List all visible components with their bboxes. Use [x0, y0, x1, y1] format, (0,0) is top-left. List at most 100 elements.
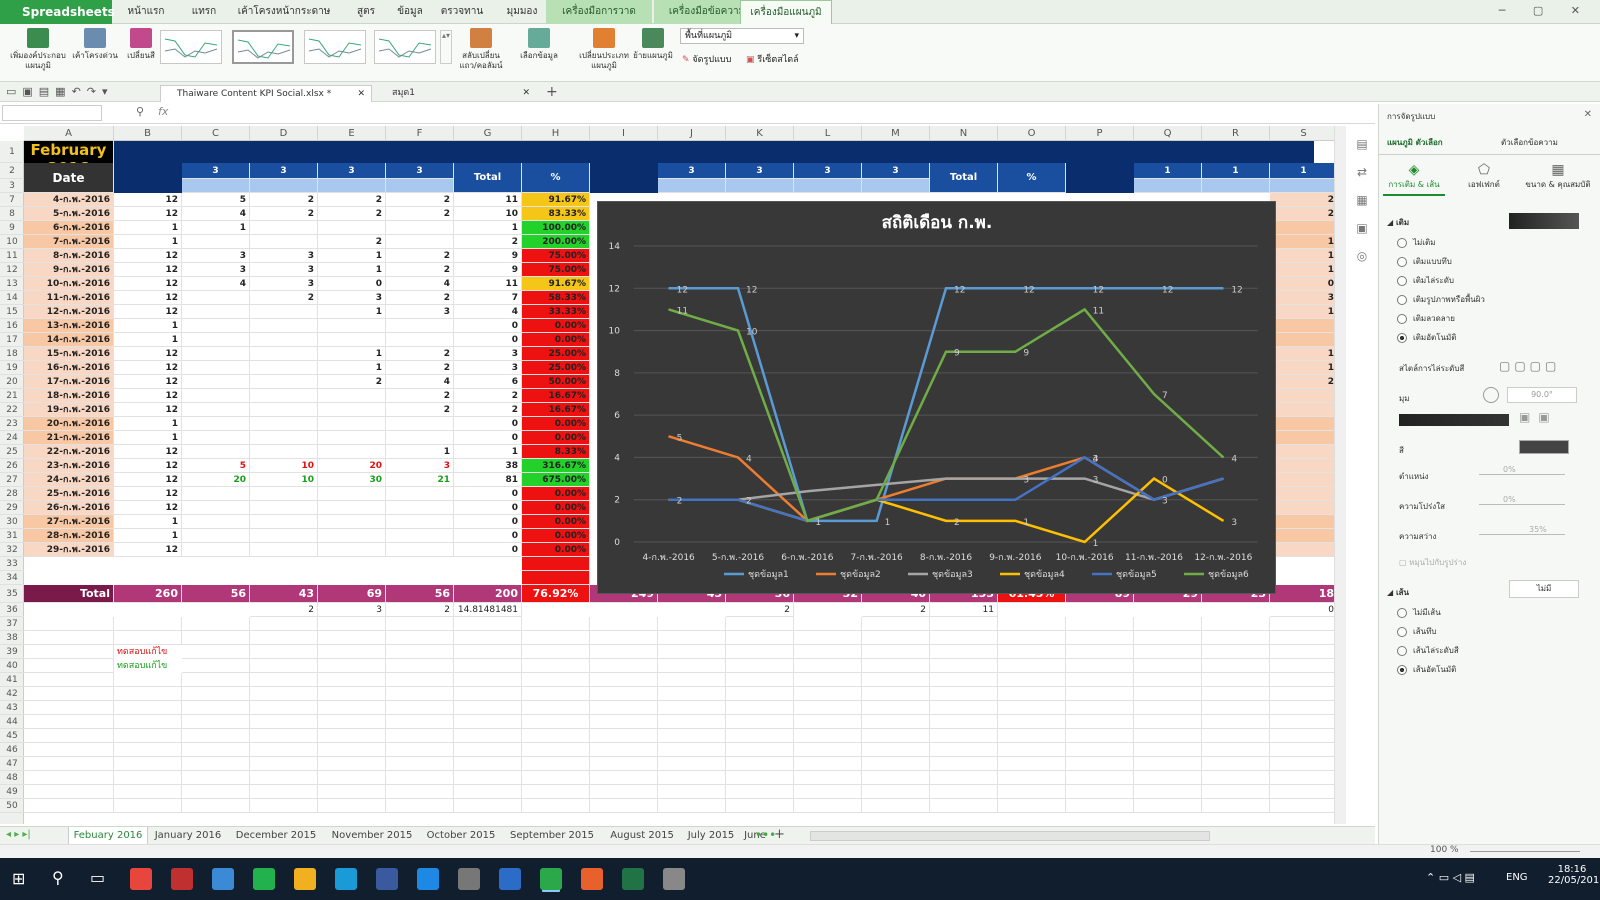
empty-cell[interactable] [930, 771, 998, 785]
empty-cell[interactable] [250, 687, 318, 701]
b-cell[interactable]: 12 [114, 459, 182, 473]
value-cell[interactable]: 1 [318, 263, 386, 277]
total-cell[interactable]: 3 [454, 361, 522, 375]
empty-cell[interactable] [182, 659, 250, 673]
empty-cell[interactable] [522, 729, 590, 743]
sheet-tab-1[interactable]: January 2016 [148, 827, 228, 845]
empty-cell[interactable] [998, 701, 1066, 715]
empty-cell[interactable] [24, 673, 114, 687]
total-cell[interactable]: 0 [454, 431, 522, 445]
empty-cell[interactable] [454, 687, 522, 701]
skype-icon[interactable] [335, 868, 357, 890]
line-chart[interactable]: สถิติเดือน ก.พ. 0 2 4 6 8 10 12 14 4-ก.พ.-2016 5-ก… [597, 201, 1276, 594]
empty-cell[interactable] [522, 631, 590, 645]
value-cell[interactable]: 1 [386, 445, 454, 459]
percent-cell[interactable]: 675.00% [522, 473, 590, 487]
empty-cell[interactable] [726, 687, 794, 701]
empty-cell[interactable] [794, 631, 862, 645]
empty-cell[interactable] [386, 715, 454, 729]
total-cell[interactable]: 9 [454, 263, 522, 277]
s-cell[interactable] [1270, 445, 1334, 459]
empty-cell[interactable] [318, 645, 386, 659]
empty-cell[interactable] [114, 757, 182, 771]
empty-cell[interactable] [1066, 757, 1134, 771]
total-cell[interactable]: 11 [454, 277, 522, 291]
empty-cell[interactable] [522, 673, 590, 687]
app-icon[interactable] [376, 868, 398, 890]
name-box[interactable] [2, 105, 102, 121]
empty-cell[interactable] [24, 729, 114, 743]
empty-cell[interactable] [114, 799, 182, 813]
onedrive-icon[interactable] [417, 868, 439, 890]
empty-cell[interactable] [998, 687, 1066, 701]
value-cell[interactable] [386, 515, 454, 529]
b-cell[interactable]: 12 [114, 249, 182, 263]
row-header-42[interactable]: 42 [0, 687, 24, 701]
date-cell[interactable]: 16-ก.พ.-2016 [24, 361, 114, 375]
radio-3[interactable] [1397, 294, 1407, 305]
row-header-46[interactable]: 46 [0, 743, 24, 757]
ribbon-tab-5[interactable]: ตรวจทาน [436, 0, 488, 24]
percent-cell[interactable]: 0.00% [522, 417, 590, 431]
context-tab-2[interactable]: เครื่องมือแผนภูมิ [740, 0, 832, 24]
row-header-33[interactable]: 33 [0, 557, 24, 571]
empty-cell[interactable] [1134, 757, 1202, 771]
empty-cell[interactable] [1134, 715, 1202, 729]
value-cell[interactable] [386, 221, 454, 235]
header-blank-left-0[interactable] [182, 179, 250, 193]
chart-element-dropdown[interactable]: พื้นที่แผนภูมิ ▾ [680, 28, 804, 44]
empty-cell[interactable] [862, 617, 930, 631]
value-cell[interactable] [250, 543, 318, 557]
empty-cell[interactable] [1134, 799, 1202, 813]
column-header-I[interactable]: I [590, 126, 658, 141]
empty-cell[interactable] [726, 771, 794, 785]
total-row-f[interactable]: 56 [386, 585, 454, 603]
empty-cell[interactable] [1202, 701, 1270, 715]
date-cell[interactable]: 11-ก.พ.-2016 [24, 291, 114, 305]
header-blank-one-2[interactable] [1270, 179, 1334, 193]
empty-cell[interactable] [658, 771, 726, 785]
empty-cell[interactable] [454, 757, 522, 771]
s-cell[interactable] [1270, 459, 1334, 473]
value-cell[interactable] [182, 487, 250, 501]
header-three-left-3[interactable]: 3 [386, 163, 454, 179]
empty-cell[interactable] [318, 631, 386, 645]
total-cell[interactable]: 38 [454, 459, 522, 473]
value-cell[interactable]: 4 [182, 207, 250, 221]
total-row-s[interactable]: 18 [1270, 585, 1334, 603]
empty-cell[interactable] [590, 785, 658, 799]
empty-cell[interactable] [522, 715, 590, 729]
s-cell[interactable] [1270, 431, 1334, 445]
value-cell[interactable]: 2 [318, 207, 386, 221]
row-header-19[interactable]: 19 [0, 361, 24, 375]
b-cell[interactable]: 12 [114, 543, 182, 557]
vertical-scrollbar[interactable] [1334, 126, 1346, 824]
value-cell[interactable]: 5 [182, 459, 250, 473]
value-cell[interactable]: 4 [386, 375, 454, 389]
total-cell[interactable]: 0 [454, 543, 522, 557]
value-cell[interactable] [250, 417, 318, 431]
row-header-9[interactable]: 9 [0, 221, 24, 235]
value-cell[interactable]: 2 [386, 389, 454, 403]
empty-cell[interactable] [114, 701, 182, 715]
row-header-48[interactable]: 48 [0, 771, 24, 785]
s-cell[interactable]: 1 [1270, 361, 1334, 375]
empty-cell[interactable] [930, 785, 998, 799]
empty-cell[interactable] [862, 729, 930, 743]
column-header-N[interactable]: N [930, 126, 998, 141]
empty-cell[interactable] [182, 687, 250, 701]
total-cell[interactable]: 10 [454, 207, 522, 221]
empty-cell[interactable] [1270, 785, 1334, 799]
header-blank-one-0[interactable] [1134, 179, 1202, 193]
empty-cell[interactable] [182, 701, 250, 715]
chrome-icon[interactable] [130, 868, 152, 890]
empty-cell[interactable] [386, 645, 454, 659]
value-cell[interactable] [386, 487, 454, 501]
empty-cell[interactable] [24, 617, 114, 631]
empty-cell[interactable] [454, 799, 522, 813]
empty-cell[interactable] [1270, 687, 1334, 701]
empty-cell[interactable] [318, 785, 386, 799]
total-cell[interactable]: 2 [454, 235, 522, 249]
value-cell[interactable] [250, 515, 318, 529]
empty-cell[interactable] [318, 799, 386, 813]
